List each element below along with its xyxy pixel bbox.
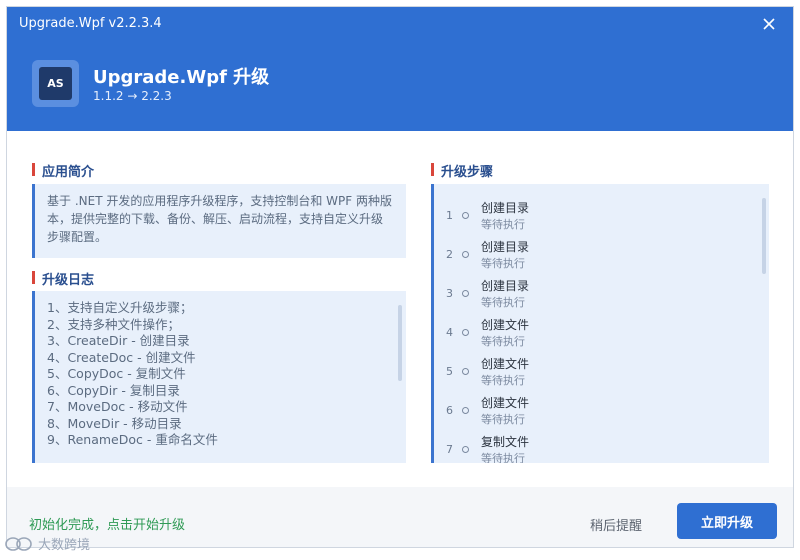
close-button[interactable]	[757, 12, 781, 36]
log-scrollbar[interactable]	[398, 305, 402, 381]
log-line: 2、支持多种文件操作；	[47, 316, 180, 332]
watermark-logo-icon	[5, 536, 32, 551]
step-number: 6	[446, 404, 453, 417]
content-area: 应用简介 基于 .NET 开发的应用程序升级程序，支持控制台和 WPF 两种版本…	[7, 131, 793, 487]
step-number: 3	[446, 287, 453, 300]
steps-title: 升级步骤	[431, 161, 493, 180]
step-status: 等待执行	[481, 296, 525, 309]
log-line: 3、CreateDir - 创建目录	[47, 333, 190, 348]
step-item: 2 创建目录 等待执行	[434, 236, 754, 274]
intro-title: 应用简介	[32, 161, 94, 180]
upgrade-now-button[interactable]: 立即升级	[677, 503, 777, 539]
app-logo: AS	[32, 60, 79, 107]
log-line: 8、MoveDir - 移动目录	[47, 415, 182, 431]
step-status: 等待执行	[481, 413, 525, 426]
step-pending-icon	[462, 407, 469, 414]
header: Upgrade.Wpf v2.2.3.4 AS Upgrade.Wpf 升级 1…	[7, 7, 793, 131]
step-pending-icon	[462, 212, 469, 219]
step-number: 4	[446, 326, 453, 339]
step-status: 等待执行	[481, 257, 525, 270]
step-pending-icon	[462, 251, 469, 258]
status-message: 初始化完成，点击开始升级	[29, 518, 186, 533]
step-number: 7	[446, 443, 453, 456]
watermark: 大数跨境	[4, 534, 90, 553]
log-list[interactable]: 1、支持自定义升级步骤； 2、支持多种文件操作； 3、CreateDir - 创…	[32, 291, 406, 463]
watermark-text: 大数跨境	[38, 538, 91, 553]
step-item: 6 创建文件 等待执行	[434, 392, 754, 430]
log-line: 7、MoveDoc - 移动文件	[47, 399, 188, 414]
step-item: 4 创建文件 等待执行	[434, 314, 754, 352]
step-pending-icon	[462, 290, 469, 297]
step-number: 1	[446, 209, 453, 222]
step-status: 等待执行	[481, 335, 525, 348]
step-name: 创建文件	[481, 396, 530, 410]
step-number: 2	[446, 248, 453, 261]
step-pending-icon	[462, 329, 469, 336]
log-line: 6、CopyDir - 复制目录	[47, 382, 180, 398]
version-line: 1.1.2 → 2.2.3	[93, 89, 172, 103]
steps-scrollbar[interactable]	[762, 198, 766, 274]
step-pending-icon	[462, 446, 469, 453]
step-item: 3 创建目录 等待执行	[434, 275, 754, 313]
upgrade-window: Upgrade.Wpf v2.2.3.4 AS Upgrade.Wpf 升级 1…	[6, 6, 794, 548]
steps-list[interactable]: 1 创建目录 等待执行 2 创建目录 等待执行 3 创建目录 等待执行 4 创建…	[431, 184, 769, 463]
log-line: 9、RenameDoc - 重命名文件	[47, 432, 218, 447]
step-item: 7 复制文件 等待执行	[434, 431, 754, 463]
step-name: 创建文件	[481, 357, 530, 371]
intro-text: 基于 .NET 开发的应用程序升级程序，支持控制台和 WPF 两种版本，提供完整…	[32, 184, 406, 258]
step-item: 5 创建文件 等待执行	[434, 353, 754, 391]
step-name: 创建目录	[481, 240, 530, 254]
step-name: 复制文件	[481, 435, 530, 449]
footer: 初始化完成，点击开始升级 稍后提醒 立即升级	[7, 487, 793, 547]
step-status: 等待执行	[481, 374, 525, 387]
log-line: 5、CopyDoc - 复制文件	[47, 366, 186, 381]
step-name: 创建文件	[481, 318, 530, 332]
log-line: 4、CreateDoc - 创建文件	[47, 349, 196, 365]
step-item: 1 创建目录 等待执行	[434, 197, 754, 235]
step-name: 创建目录	[481, 279, 530, 293]
app-name: Upgrade.Wpf 升级	[93, 67, 270, 88]
step-status: 等待执行	[481, 218, 525, 231]
log-title: 升级日志	[32, 269, 94, 288]
step-number: 5	[446, 365, 453, 378]
window-title: Upgrade.Wpf v2.2.3.4	[19, 16, 162, 31]
remind-later-button[interactable]: 稍后提醒	[579, 510, 653, 538]
log-line: 1、支持自定义升级步骤；	[47, 300, 193, 315]
step-status: 等待执行	[481, 452, 525, 463]
step-pending-icon	[462, 368, 469, 375]
step-name: 创建目录	[481, 201, 530, 215]
close-icon	[763, 18, 775, 30]
app-logo-text: AS	[39, 67, 72, 100]
